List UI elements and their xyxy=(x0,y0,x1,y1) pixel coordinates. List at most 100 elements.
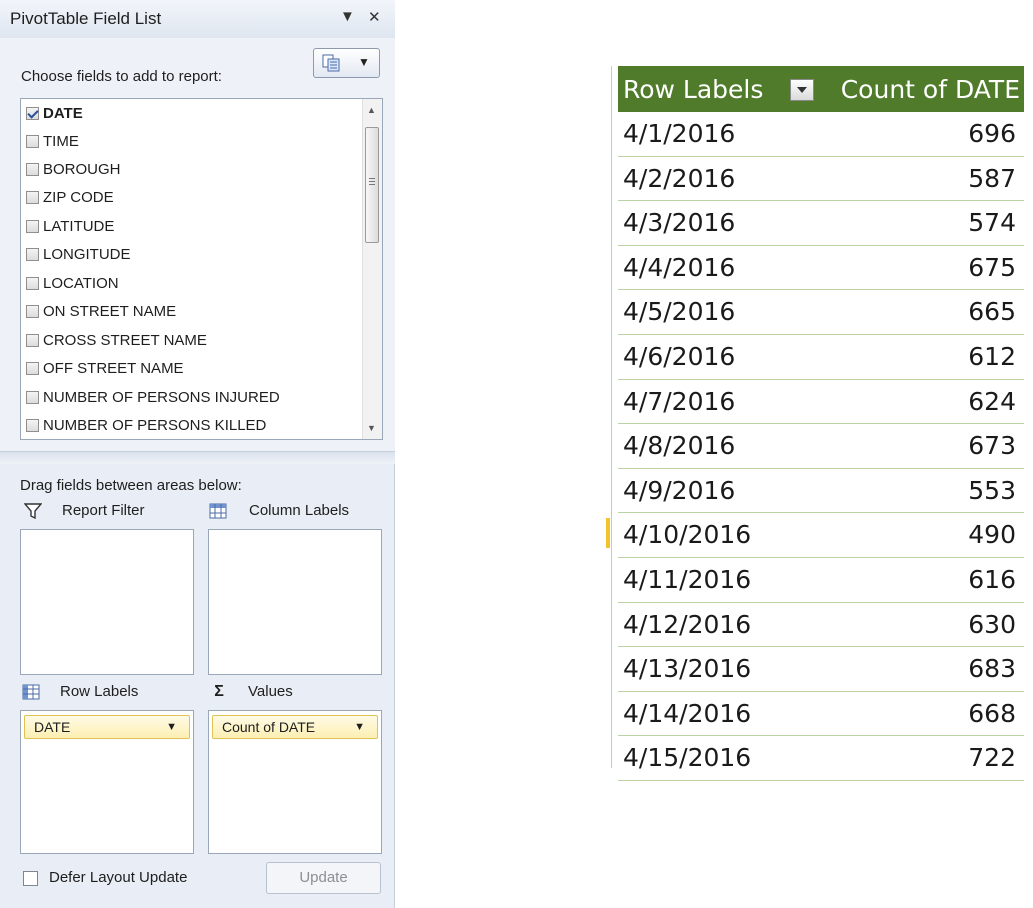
field-label: NUMBER OF PERSONS KILLED xyxy=(43,416,267,434)
table-row[interactable]: 4/2/2016 587 xyxy=(618,156,1024,202)
count-of-date-header[interactable]: Count of DATE xyxy=(841,75,1020,104)
drag-fields-label: Drag fields between areas below: xyxy=(20,477,242,494)
field-list-layout-button[interactable]: ▼ xyxy=(313,48,380,78)
field-item-location[interactable]: LOCATION xyxy=(26,270,119,296)
field-list-layout-icon xyxy=(322,54,340,72)
values-area[interactable]: Count of DATE ▼ xyxy=(208,710,382,854)
row-label: 4/3/2016 xyxy=(623,208,736,238)
chevron-down-icon[interactable]: ▼ xyxy=(354,716,365,738)
table-row[interactable]: 4/4/2016 675 xyxy=(618,245,1024,291)
field-item-off-street-name[interactable]: OFF STREET NAME xyxy=(26,355,184,381)
table-row[interactable]: 4/10/2016 490 xyxy=(618,513,1024,558)
row-value: 675 xyxy=(968,252,1016,282)
row-label: 4/11/2016 xyxy=(623,564,752,594)
row-value: 574 xyxy=(968,208,1016,238)
field-label: OFF STREET NAME xyxy=(43,359,184,377)
checkbox[interactable] xyxy=(26,276,39,290)
row-value: 722 xyxy=(968,743,1016,773)
field-label: NUMBER OF PERSONS INJURED xyxy=(43,388,280,406)
field-item-time[interactable]: TIME xyxy=(26,128,79,154)
row-labels-header[interactable]: Row Labels xyxy=(623,75,763,104)
table-row[interactable]: 4/13/2016 683 xyxy=(618,647,1024,692)
table-row[interactable]: 4/1/2016 696 xyxy=(618,112,1024,157)
panel-header: PivotTable Field List ▼ ✕ xyxy=(0,0,395,39)
field-label: CROSS STREET NAME xyxy=(43,331,207,349)
grip-icon xyxy=(369,178,375,179)
row-value: 668 xyxy=(968,698,1016,728)
row-value: 673 xyxy=(968,431,1016,461)
table-row[interactable]: 4/5/2016 665 xyxy=(618,290,1024,335)
field-item-persons-killed[interactable]: NUMBER OF PERSONS KILLED xyxy=(26,412,266,438)
field-item-cross-street-name[interactable]: CROSS STREET NAME xyxy=(26,327,207,353)
checkbox[interactable] xyxy=(26,134,39,148)
row-label: 4/15/2016 xyxy=(623,743,752,773)
checkbox[interactable] xyxy=(26,219,39,233)
field-label: DATE xyxy=(43,104,83,122)
defer-layout-update-checkbox[interactable] xyxy=(23,871,38,886)
checkbox[interactable] xyxy=(26,418,39,432)
row-labels-icon xyxy=(22,684,40,699)
checkbox[interactable] xyxy=(26,333,39,347)
field-item-persons-injured[interactable]: NUMBER OF PERSONS INJURED xyxy=(26,384,280,410)
table-row[interactable]: 4/14/2016 668 xyxy=(618,691,1024,737)
checkbox[interactable] xyxy=(26,390,39,404)
panel-options-dropdown-icon[interactable]: ▼ xyxy=(340,8,355,25)
sigma-icon: Σ xyxy=(214,682,224,700)
row-label: 4/8/2016 xyxy=(623,431,736,461)
scroll-up-icon[interactable]: ▲ xyxy=(367,105,376,115)
checkbox[interactable] xyxy=(26,190,39,204)
table-row[interactable]: 4/6/2016 612 xyxy=(618,334,1024,380)
row-label: 4/4/2016 xyxy=(623,252,736,282)
table-row[interactable]: 4/3/2016 574 xyxy=(618,201,1024,246)
field-label: TIME xyxy=(43,132,79,150)
field-item-longitude[interactable]: LONGITUDE xyxy=(26,241,131,267)
scrollbar-thumb[interactable] xyxy=(365,127,379,243)
update-button[interactable]: Update xyxy=(266,862,381,894)
row-value: 624 xyxy=(968,386,1016,416)
row-field-date-pill[interactable]: DATE ▼ xyxy=(24,715,190,739)
defer-layout-update-label: Defer Layout Update xyxy=(49,869,188,886)
table-row[interactable]: 4/9/2016 553 xyxy=(618,468,1024,514)
field-list-scrollbar[interactable]: ▲ ▼ xyxy=(362,99,382,439)
row-value: 683 xyxy=(968,654,1016,684)
area-label-text: Column Labels xyxy=(249,502,350,519)
value-field-count-of-date-pill[interactable]: Count of DATE ▼ xyxy=(212,715,378,739)
close-icon[interactable]: ✕ xyxy=(368,8,381,26)
report-filter-label: Report Filter xyxy=(24,502,145,519)
filter-dropdown-icon[interactable] xyxy=(790,79,814,101)
table-row[interactable]: 4/12/2016 630 xyxy=(618,602,1024,648)
area-label-text: Row Labels xyxy=(60,683,139,700)
row-label: 4/5/2016 xyxy=(623,297,736,327)
field-list: DATE TIME BOROUGH ZIP CODE LATITUDE LONG… xyxy=(20,98,383,440)
field-item-zip-code[interactable]: ZIP CODE xyxy=(26,184,114,210)
table-row[interactable]: 4/11/2016 616 xyxy=(618,557,1024,603)
field-label: ON STREET NAME xyxy=(43,302,177,320)
report-filter-area[interactable] xyxy=(20,529,194,675)
table-row[interactable]: 4/15/2016 722 xyxy=(618,736,1024,781)
column-labels-area[interactable] xyxy=(208,529,382,675)
checkbox[interactable] xyxy=(26,247,39,261)
filter-icon xyxy=(24,502,42,519)
field-item-date[interactable]: DATE xyxy=(26,100,83,126)
table-row[interactable]: 4/7/2016 624 xyxy=(618,379,1024,425)
checkbox[interactable] xyxy=(26,361,39,375)
field-item-borough[interactable]: BOROUGH xyxy=(26,156,121,182)
row-selection-marker xyxy=(606,518,610,548)
column-labels-label: Column Labels xyxy=(209,502,349,519)
row-value: 612 xyxy=(968,341,1016,371)
row-labels-label: Row Labels xyxy=(22,683,138,700)
pivottable-field-list-panel: PivotTable Field List ▼ ✕ Choose fields … xyxy=(0,0,395,908)
field-item-on-street-name[interactable]: ON STREET NAME xyxy=(26,298,176,324)
section-splitter[interactable] xyxy=(0,451,395,464)
field-item-latitude[interactable]: LATITUDE xyxy=(26,213,114,239)
pill-label: Count of DATE xyxy=(222,719,316,735)
checkbox[interactable] xyxy=(26,304,39,318)
table-row[interactable]: 4/8/2016 673 xyxy=(618,424,1024,469)
column-labels-icon xyxy=(209,503,227,518)
row-labels-area[interactable]: DATE ▼ xyxy=(20,710,194,854)
row-value: 616 xyxy=(968,564,1016,594)
checkbox[interactable] xyxy=(26,106,39,120)
scroll-down-icon[interactable]: ▼ xyxy=(367,423,376,433)
chevron-down-icon[interactable]: ▼ xyxy=(166,716,177,738)
checkbox[interactable] xyxy=(26,162,39,176)
